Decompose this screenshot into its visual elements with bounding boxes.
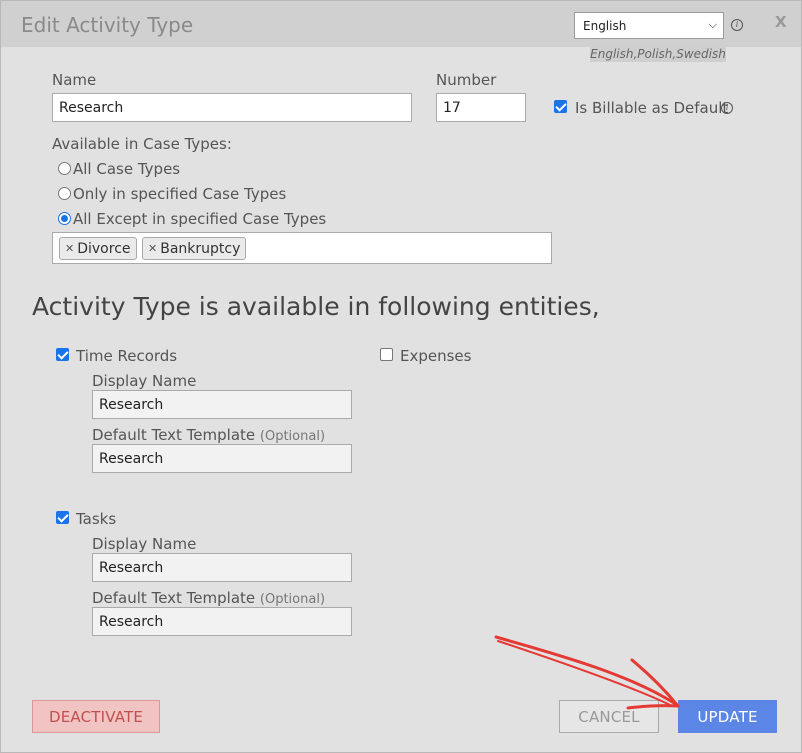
time-records-label: Time Records [76,347,178,365]
optional-label: (Optional) [259,429,326,444]
entities-heading: Activity Type is available in following … [32,292,600,321]
tasks-display-name-value: Research [99,559,164,576]
billable-checkbox[interactable] [554,100,567,113]
time-records-template-label: Default Text Template (Optional) [92,426,325,444]
tag-label: Divorce [77,240,131,257]
name-input-value: Research [59,99,124,116]
radio-all-except-specified[interactable] [58,212,71,225]
billable-label: Is Billable as Default [575,99,729,117]
tasks-template-input[interactable]: Research [92,607,352,636]
tag-chip: ✕ Bankruptcy [142,237,247,260]
radio-all-case-types-label: All Case Types [73,160,181,178]
deactivate-button[interactable]: DEACTIVATE [32,700,160,733]
case-types-tag-input[interactable]: ✕ Divorce ✕ Bankruptcy [52,232,552,264]
update-button[interactable]: UPDATE [678,700,777,733]
time-records-template-value: Research [99,450,164,467]
expenses-label: Expenses [400,347,472,365]
chevron-down-icon: ⌵ [708,18,717,31]
radio-only-specified[interactable] [58,187,71,200]
tasks-template-label-text: Default Text Template [92,589,256,607]
case-types-label: Available in Case Types: [52,135,232,153]
time-records-display-name-label: Display Name [92,372,197,390]
time-records-display-name-input[interactable]: Research [92,390,352,419]
tasks-label: Tasks [76,510,117,528]
expenses-checkbox[interactable] [380,348,393,361]
dialog-title: Edit Activity Type [21,13,194,37]
close-button[interactable]: X [775,13,787,31]
remove-tag-icon[interactable]: ✕ [148,242,157,255]
name-input[interactable]: Research [52,93,412,122]
number-input-value: 17 [443,99,461,116]
tasks-display-name-label: Display Name [92,535,197,553]
tag-chip: ✕ Divorce [59,237,137,260]
remove-tag-icon[interactable]: ✕ [65,242,74,255]
number-label: Number [436,71,497,89]
dialog-titlebar: Edit Activity Type English ⌵ i X [1,1,801,47]
name-label: Name [52,71,97,89]
number-input[interactable]: 17 [436,93,526,122]
radio-all-except-specified-label: All Except in specified Case Types [73,210,327,228]
edit-activity-type-dialog: Edit Activity Type English ⌵ i X English… [0,0,802,753]
info-icon[interactable]: i [721,102,733,114]
tasks-template-label: Default Text Template (Optional) [92,589,325,607]
language-select[interactable]: English ⌵ [574,12,724,39]
tasks-template-value: Research [99,613,164,630]
radio-only-specified-label: Only in specified Case Types [73,185,287,203]
time-records-template-label-text: Default Text Template [92,426,256,444]
language-hint: English,Polish,Swedish [590,46,726,62]
info-icon[interactable]: i [731,19,743,31]
optional-label: (Optional) [259,592,326,607]
radio-all-case-types[interactable] [58,162,71,175]
time-records-display-name-value: Research [99,396,164,413]
tasks-display-name-input[interactable]: Research [92,553,352,582]
cancel-button[interactable]: CANCEL [559,700,659,733]
language-selected-value: English [583,19,627,33]
time-records-template-input[interactable]: Research [92,444,352,473]
tasks-checkbox[interactable] [56,511,69,524]
tag-label: Bankruptcy [160,240,241,257]
time-records-checkbox[interactable] [56,348,69,361]
